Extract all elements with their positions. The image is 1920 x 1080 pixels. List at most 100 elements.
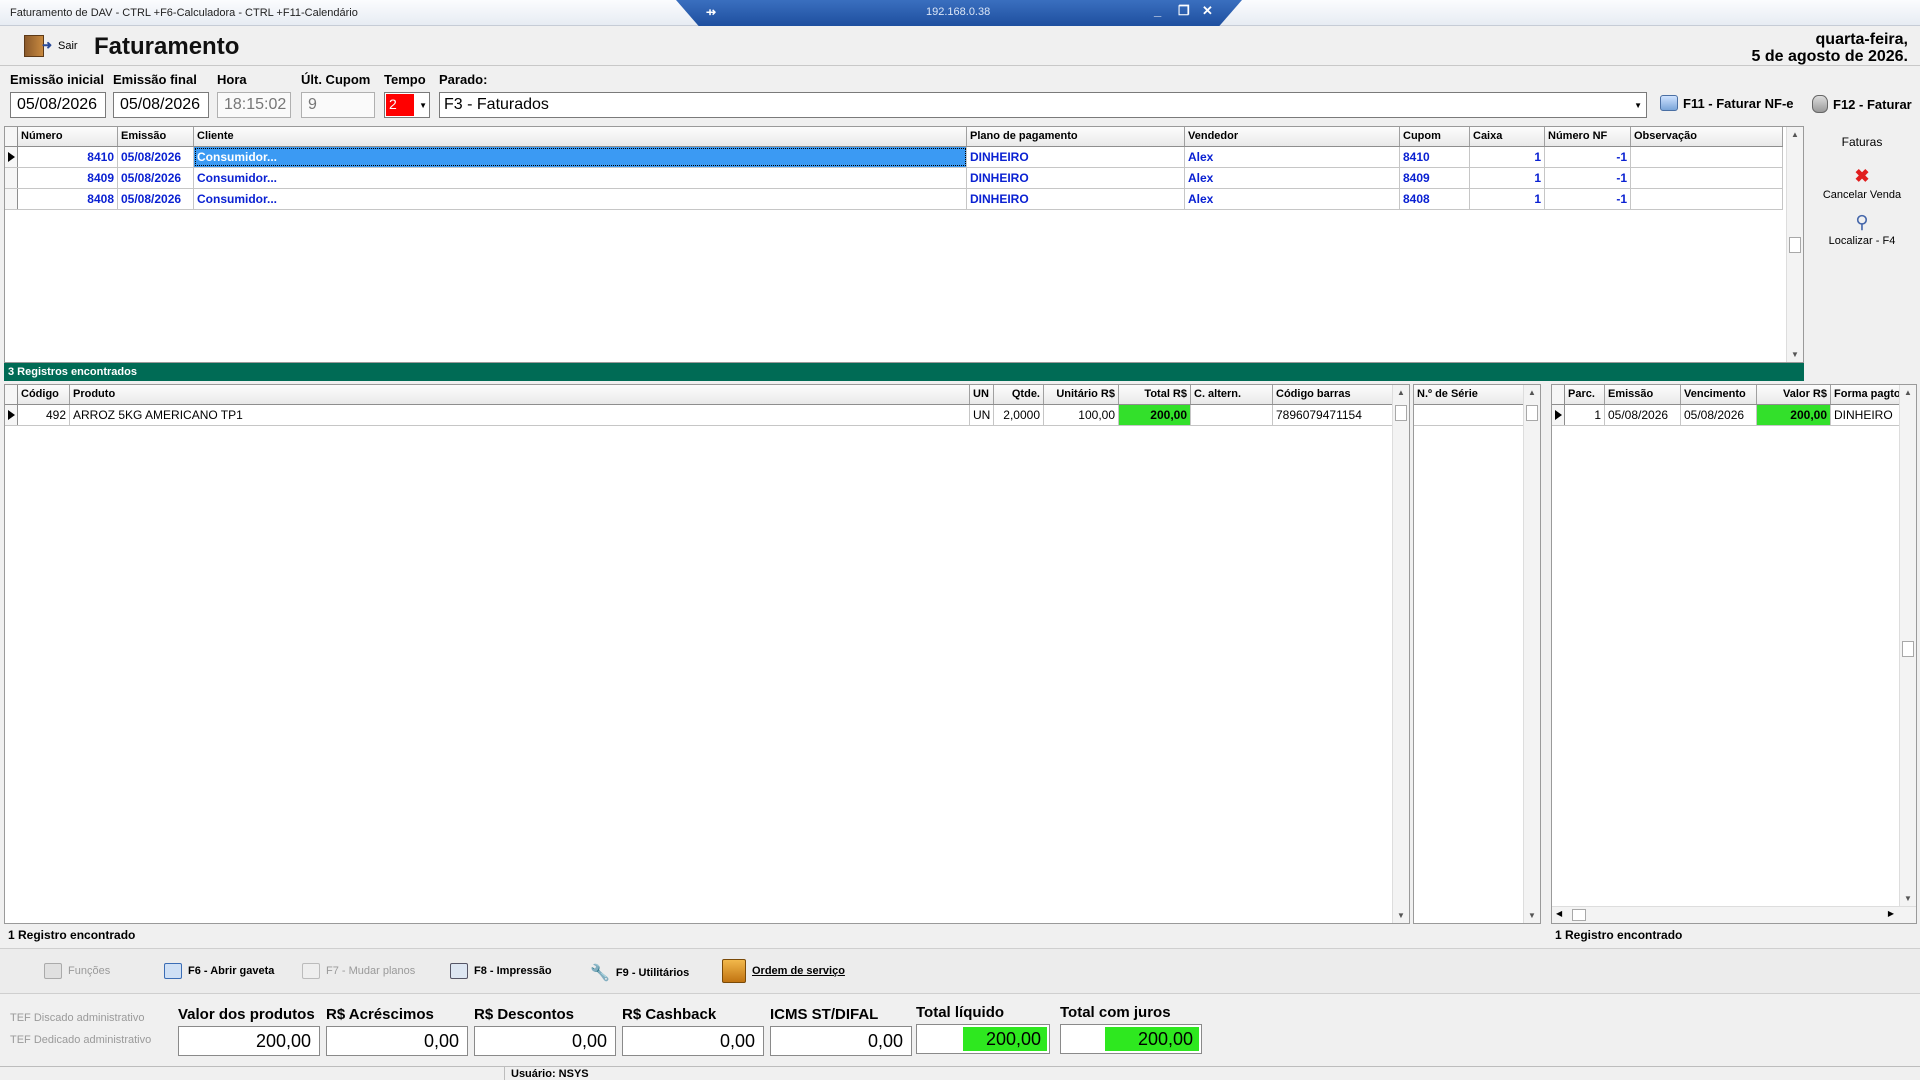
cell-parc[interactable]: 1 <box>1565 405 1605 425</box>
cell-numero-nf[interactable]: -1 <box>1545 189 1631 209</box>
cell-forma-pagto[interactable]: DINHEIRO <box>1831 405 1901 425</box>
close-icon[interactable]: ✕ <box>1202 3 1213 19</box>
utilitarios-button[interactable]: 🔧 F9 - Utilitários <box>590 963 689 983</box>
orders-grid[interactable]: Número Emissão Cliente Plano de pagament… <box>4 126 1804 363</box>
cell-vendedor[interactable]: Alex <box>1185 189 1400 209</box>
exit-button[interactable]: Sair <box>24 35 78 57</box>
col-numero-serie[interactable]: N.º de Série <box>1414 385 1524 404</box>
cell-plano[interactable]: DINHEIRO <box>967 189 1185 209</box>
scroll-thumb[interactable] <box>1395 405 1407 421</box>
cell-unitario[interactable]: 100,00 <box>1044 405 1119 425</box>
restore-icon[interactable]: ❐ <box>1178 3 1190 19</box>
cell-observacao[interactable] <box>1631 189 1783 209</box>
scroll-up-icon[interactable]: ▲ <box>1791 130 1799 139</box>
cell-emissao[interactable]: 05/08/2026 <box>118 147 194 167</box>
cell-caixa[interactable]: 1 <box>1470 168 1545 188</box>
scroll-up-icon[interactable]: ▲ <box>1904 388 1912 397</box>
scroll-thumb[interactable] <box>1902 641 1914 657</box>
cell-numero-serie[interactable] <box>1414 405 1524 425</box>
col-emissao[interactable]: Emissão <box>1605 385 1681 404</box>
cell-cupom[interactable]: 8409 <box>1400 168 1470 188</box>
table-row[interactable] <box>1414 405 1524 426</box>
col-emissao[interactable]: Emissão <box>118 127 194 146</box>
emissao-final-input[interactable]: 05/08/2026 <box>113 92 209 118</box>
scroll-left-icon[interactable]: ◀ <box>1556 909 1562 918</box>
cell-numero-nf[interactable]: -1 <box>1545 168 1631 188</box>
cell-valor[interactable]: 200,00 <box>1757 405 1831 425</box>
cell-numero[interactable]: 8409 <box>18 168 118 188</box>
cancel-sale-button[interactable]: ✖ Cancelar Venda <box>1808 166 1916 201</box>
col-vendedor[interactable]: Vendedor <box>1185 127 1400 146</box>
scroll-down-icon[interactable]: ▼ <box>1528 911 1536 920</box>
cell-numero-nf[interactable]: -1 <box>1545 147 1631 167</box>
chevron-down-icon[interactable]: ▼ <box>1634 101 1642 110</box>
cell-observacao[interactable] <box>1631 168 1783 188</box>
cell-emissao[interactable]: 05/08/2026 <box>118 168 194 188</box>
col-produto[interactable]: Produto <box>70 385 970 404</box>
col-valor[interactable]: Valor R$ <box>1757 385 1831 404</box>
col-forma-pagto[interactable]: Forma pagto <box>1831 385 1901 404</box>
table-row[interactable]: 1 05/08/2026 05/08/2026 200,00 DINHEIRO <box>1552 405 1901 426</box>
cell-numero[interactable]: 8410 <box>18 147 118 167</box>
mudar-planos-button[interactable]: F7 - Mudar planos <box>302 963 415 979</box>
col-un[interactable]: UN <box>970 385 994 404</box>
ordem-servico-button[interactable]: Ordem de serviço <box>722 959 845 983</box>
abrir-gaveta-button[interactable]: F6 - Abrir gaveta <box>164 963 274 979</box>
cell-emissao[interactable]: 05/08/2026 <box>1605 405 1681 425</box>
parcels-grid[interactable]: Parc. Emissão Vencimento Valor R$ Forma … <box>1551 384 1917 924</box>
tef-discado-link[interactable]: TEF Discado administrativo <box>10 1012 145 1024</box>
cell-numero[interactable]: 8408 <box>18 189 118 209</box>
col-codigo[interactable]: Código <box>18 385 70 404</box>
faturar-nfe-button[interactable]: F11 - Faturar NF-e <box>1660 95 1794 111</box>
cell-codigo[interactable]: 492 <box>18 405 70 425</box>
chevron-down-icon[interactable]: ▼ <box>419 101 427 110</box>
cell-total[interactable]: 200,00 <box>1119 405 1191 425</box>
col-c-altern[interactable]: C. altern. <box>1191 385 1273 404</box>
funcoes-button[interactable]: Funções <box>44 963 110 979</box>
cell-plano[interactable]: DINHEIRO <box>967 147 1185 167</box>
col-codigo-barras[interactable]: Código barras <box>1273 385 1393 404</box>
items-scrollbar[interactable]: ▲ ▼ <box>1392 385 1409 923</box>
cell-observacao[interactable] <box>1631 147 1783 167</box>
serie-scrollbar[interactable]: ▲ ▼ <box>1523 385 1540 923</box>
cell-emissao[interactable]: 05/08/2026 <box>118 189 194 209</box>
cell-produto[interactable]: ARROZ 5KG AMERICANO TP1 <box>70 405 970 425</box>
pin-icon[interactable]: ⇸ <box>706 5 716 19</box>
table-row[interactable]: 8409 05/08/2026 Consumidor... DINHEIRO A… <box>5 168 1783 189</box>
cell-cupom[interactable]: 8410 <box>1400 147 1470 167</box>
cell-c-altern[interactable] <box>1191 405 1273 425</box>
table-row[interactable]: 492 ARROZ 5KG AMERICANO TP1 UN 2,0000 10… <box>5 405 1393 426</box>
scroll-thumb[interactable] <box>1526 405 1538 421</box>
impressao-button[interactable]: F8 - Impressão <box>450 963 552 979</box>
scroll-down-icon[interactable]: ▼ <box>1791 350 1799 359</box>
cell-cliente[interactable]: Consumidor... <box>194 168 967 188</box>
cell-vendedor[interactable]: Alex <box>1185 147 1400 167</box>
tempo-select[interactable]: 2 ▼ <box>384 92 430 118</box>
cell-codigo-barras[interactable]: 7896079471154 <box>1273 405 1393 425</box>
col-qtde[interactable]: Qtde. <box>994 385 1044 404</box>
cell-plano[interactable]: DINHEIRO <box>967 168 1185 188</box>
cell-cliente[interactable]: Consumidor... <box>194 189 967 209</box>
cell-caixa[interactable]: 1 <box>1470 147 1545 167</box>
parcels-scrollbar[interactable]: ▲ ▼ <box>1899 385 1916 906</box>
cell-cupom[interactable]: 8408 <box>1400 189 1470 209</box>
items-grid[interactable]: Código Produto UN Qtde. Unitário R$ Tota… <box>4 384 1410 924</box>
cell-qtde[interactable]: 2,0000 <box>994 405 1044 425</box>
col-observacao[interactable]: Observação <box>1631 127 1783 146</box>
col-total[interactable]: Total R$ <box>1119 385 1191 404</box>
scroll-down-icon[interactable]: ▼ <box>1904 894 1912 903</box>
col-cupom[interactable]: Cupom <box>1400 127 1470 146</box>
col-vencimento[interactable]: Vencimento <box>1681 385 1757 404</box>
col-numero[interactable]: Número <box>18 127 118 146</box>
parcels-hscrollbar[interactable]: ◀ ▶ <box>1552 906 1916 923</box>
scroll-thumb[interactable] <box>1572 909 1586 921</box>
tef-dedicado-link[interactable]: TEF Dedicado administrativo <box>10 1034 151 1046</box>
faturar-button[interactable]: F12 - Faturar <box>1812 95 1912 113</box>
find-button[interactable]: ⚲ Localizar - F4 <box>1808 212 1916 247</box>
cell-un[interactable]: UN <box>970 405 994 425</box>
col-plano[interactable]: Plano de pagamento <box>967 127 1185 146</box>
orders-scrollbar[interactable]: ▲ ▼ <box>1786 127 1803 362</box>
minimize-icon[interactable]: _ <box>1154 3 1161 18</box>
emissao-inicial-input[interactable]: 05/08/2026 <box>10 92 106 118</box>
table-row[interactable]: 8410 05/08/2026 Consumidor... DINHEIRO A… <box>5 147 1783 168</box>
